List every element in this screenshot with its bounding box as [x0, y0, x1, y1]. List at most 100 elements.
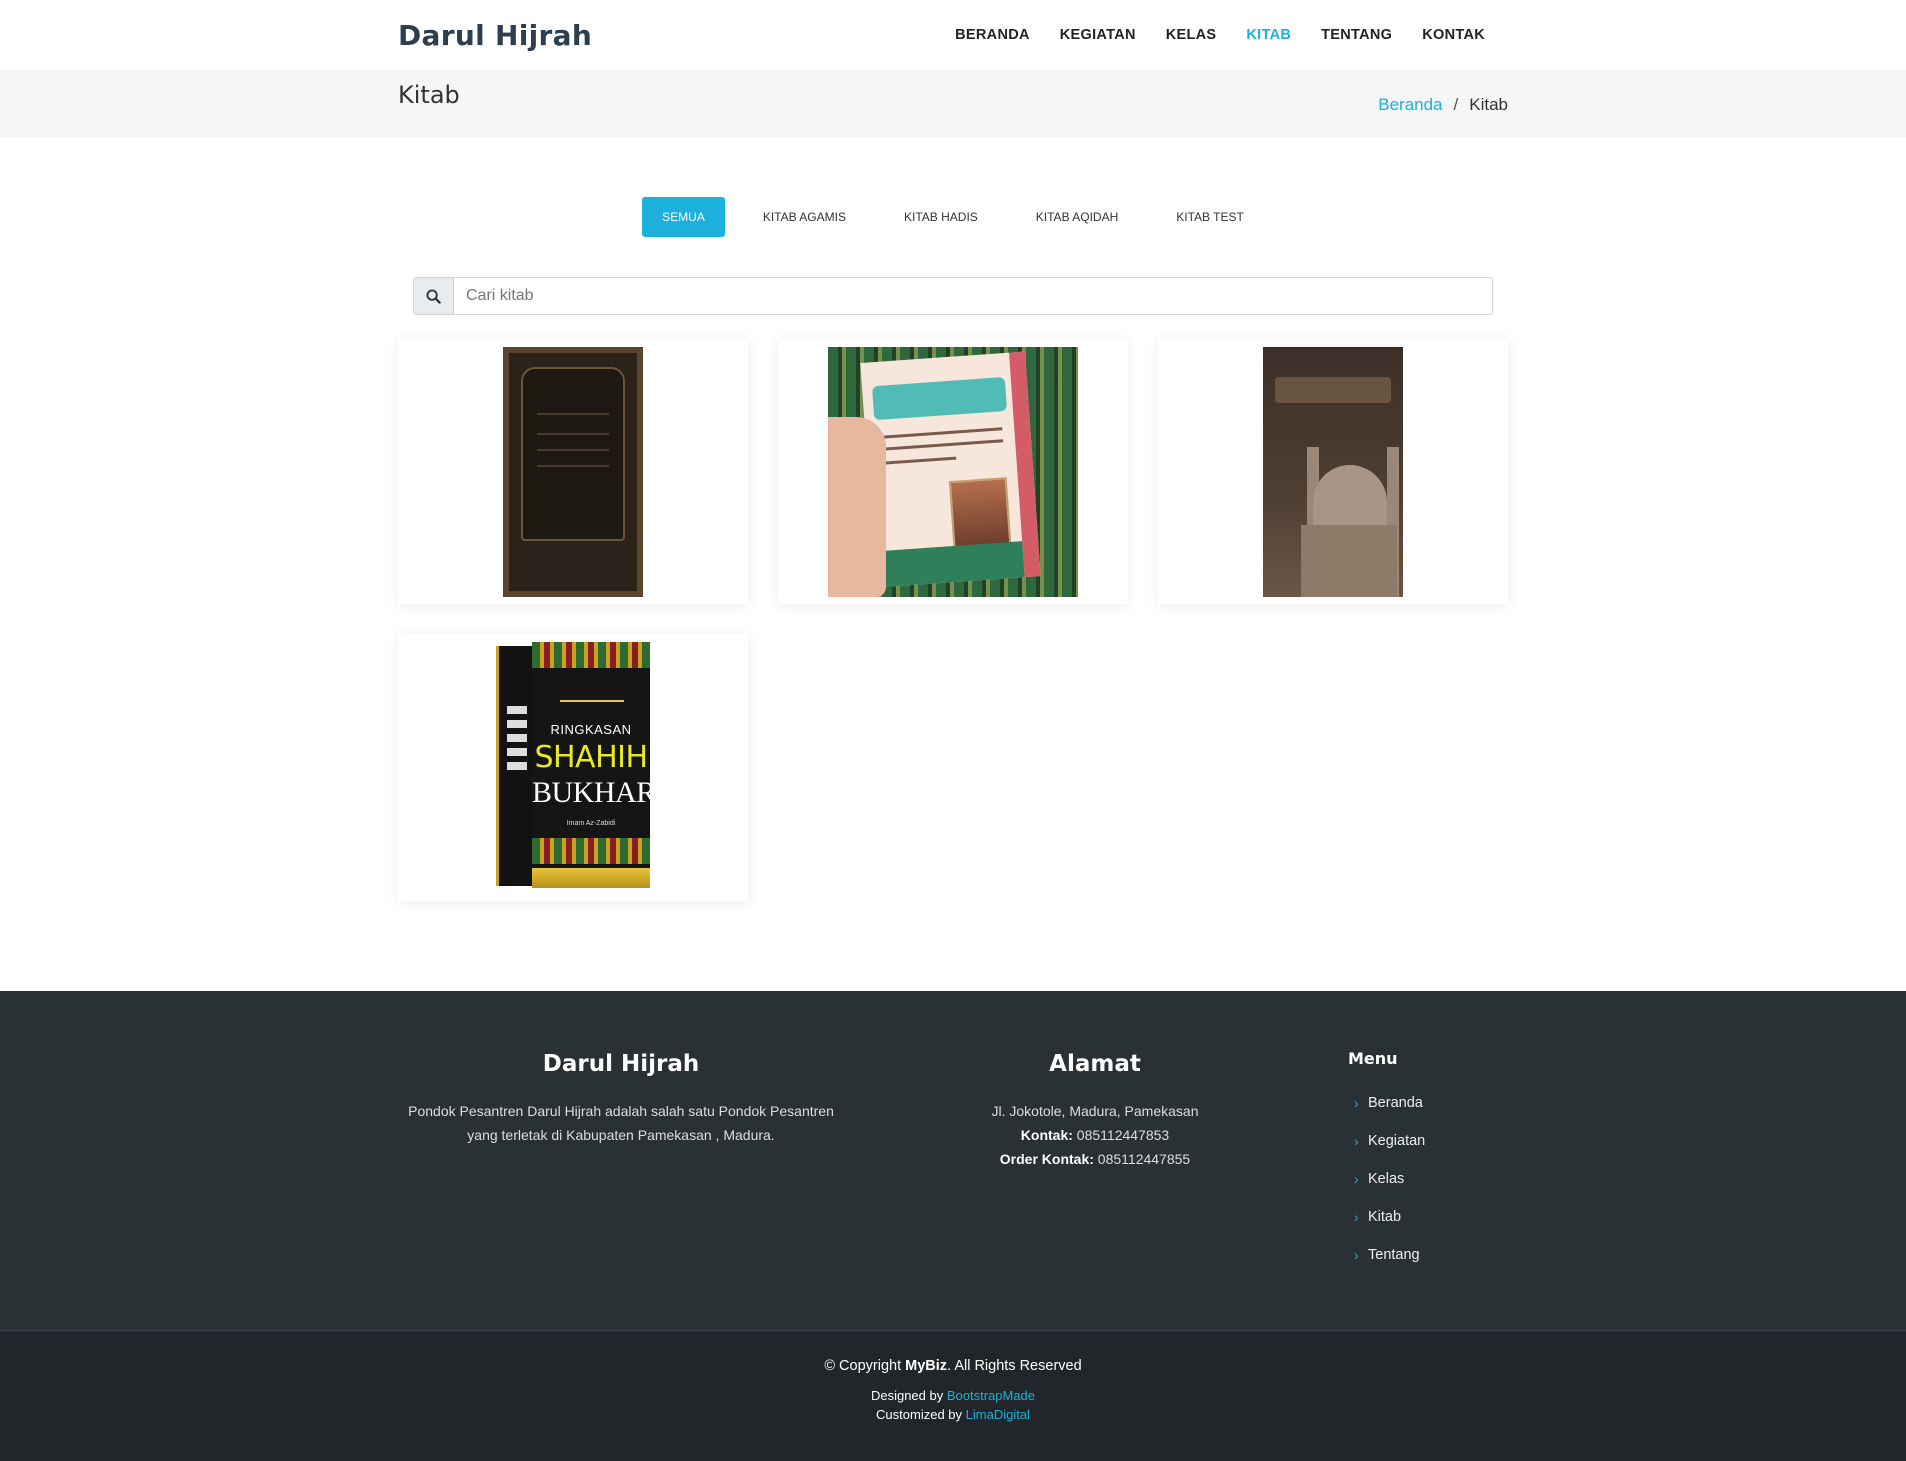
footer-order-value: 085112447855: [1097, 1151, 1191, 1167]
breadcrumb-current: Kitab: [1469, 94, 1508, 114]
cover-book: [860, 351, 1041, 588]
customized-link[interactable]: LimaDigital: [966, 1407, 1030, 1422]
search-input[interactable]: Cari kitab: [453, 277, 1493, 315]
kitab-section: SEMUA KITAB AGAMIS KITAB HADIS KITAB AQI…: [398, 197, 1508, 901]
cover-title-shape: [1275, 377, 1391, 403]
cover-line: [879, 427, 1003, 439]
breadcrumbs-bar: Kitab Beranda / Kitab: [0, 70, 1906, 137]
chevron-right-icon: ›: [1354, 1171, 1359, 1187]
site-logo[interactable]: Darul Hijrah: [398, 19, 592, 52]
breadcrumb: Beranda / Kitab: [1378, 95, 1508, 115]
footer-link-beranda[interactable]: Beranda: [1368, 1095, 1423, 1111]
chevron-right-icon: ›: [1354, 1095, 1359, 1111]
footer-street: Jl. Jokotole, Madura, Pamekasan: [991, 1103, 1199, 1119]
cover-line: [537, 449, 609, 451]
nav-beranda[interactable]: BERANDA: [940, 27, 1045, 43]
copyright: © Copyright MyBiz. All Rights Reserved: [0, 1358, 1906, 1374]
cover-arabic-title: [560, 684, 624, 702]
kitab-cover-image[interactable]: RINGKASAN SHAHIH BUKHARI Imam Az-Zabidi: [496, 642, 650, 892]
nav-kitab[interactable]: KITAB: [1231, 27, 1306, 43]
footer-address: Alamat Jl. Jokotole, Madura, Pamekasan K…: [945, 1051, 1245, 1171]
copyright-brand: MyBiz: [905, 1358, 948, 1374]
cover-title-shape: [872, 376, 1008, 421]
footer-bottom: © Copyright MyBiz. All Rights Reserved D…: [0, 1330, 1906, 1461]
filter-semua[interactable]: SEMUA: [642, 197, 725, 237]
cover-picture: [948, 477, 1012, 551]
cover-line: [537, 433, 609, 435]
cover-band: [532, 642, 650, 668]
kitab-card[interactable]: [398, 339, 748, 604]
kitab-cover-image[interactable]: [828, 347, 1078, 597]
footer-menu-item[interactable]: › Beranda: [1348, 1084, 1548, 1122]
cover-dome: [1313, 465, 1387, 529]
breadcrumb-separator: /: [1453, 94, 1459, 114]
spine-text: [507, 706, 527, 816]
footer-about-text: Pondok Pesantren Darul Hijrah adalah sal…: [408, 1103, 834, 1143]
footer-about-title: Darul Hijrah: [542, 1051, 700, 1077]
customized-label: Customized by: [876, 1407, 963, 1422]
kitab-cover-image[interactable]: [503, 347, 643, 597]
footer-link-kegiatan[interactable]: Kegiatan: [1368, 1133, 1425, 1149]
footer-contact-label: Kontak:: [1020, 1127, 1073, 1143]
nav-kontak[interactable]: KONTAK: [1407, 27, 1500, 43]
filter-kitab-test[interactable]: KITAB TEST: [1156, 197, 1264, 237]
cover-line: [880, 439, 1004, 451]
search-icon[interactable]: [413, 277, 453, 315]
cover-author: Imam Az-Zabidi: [566, 820, 616, 827]
designed-label: Designed by: [870, 1388, 944, 1403]
footer-about: Darul Hijrah Pondok Pesantren Darul Hijr…: [402, 1051, 840, 1147]
page-title: Kitab: [398, 80, 460, 109]
chevron-right-icon: ›: [1354, 1247, 1359, 1263]
cover-text: RINGKASAN: [550, 722, 632, 737]
cover-line: [881, 456, 957, 465]
filter-kitab-hadis[interactable]: KITAB HADIS: [884, 197, 998, 237]
footer-address-text: Jl. Jokotole, Madura, Pamekasan Kontak: …: [945, 1099, 1245, 1171]
breadcrumb-home-link[interactable]: Beranda: [1378, 95, 1442, 114]
filter-kitab-agamis[interactable]: KITAB AGAMIS: [743, 197, 866, 237]
chevron-right-icon: ›: [1354, 1209, 1359, 1225]
credits: Designed by BootstrapMade Customized by …: [0, 1386, 1906, 1424]
main-nav: BERANDA KEGIATAN KELAS KITAB TENTANG KON…: [940, 27, 1500, 43]
nav-tentang[interactable]: TENTANG: [1306, 27, 1407, 43]
footer: Darul Hijrah Pondok Pesantren Darul Hijr…: [0, 991, 1906, 1330]
nav-kelas[interactable]: KELAS: [1151, 27, 1232, 43]
footer-menu-list: › Beranda › Kegiatan › Kelas › Kitab › Tentan…: [1348, 1084, 1548, 1274]
nav-kegiatan[interactable]: KEGIATAN: [1045, 27, 1151, 43]
kitab-card[interactable]: [1158, 339, 1508, 604]
cover-gold-edge: [532, 868, 650, 888]
footer-menu-item[interactable]: › Kegiatan: [1348, 1122, 1548, 1160]
site-header: Darul Hijrah BERANDA KEGIATAN KELAS KITA…: [0, 0, 1906, 70]
copyright-suffix: . All Rights Reserved: [947, 1358, 1082, 1374]
kitab-grid: RINGKASAN SHAHIH BUKHARI Imam Az-Zabidi: [398, 339, 1508, 901]
category-filters: SEMUA KITAB AGAMIS KITAB HADIS KITAB AQI…: [398, 197, 1508, 237]
designed-link[interactable]: BootstrapMade: [947, 1388, 1035, 1403]
cover-line: [537, 413, 609, 415]
footer-link-tentang[interactable]: Tentang: [1368, 1247, 1420, 1263]
cover-band: [532, 838, 650, 864]
footer-link-kelas[interactable]: Kelas: [1368, 1171, 1404, 1187]
cover-text: SHAHIH: [534, 740, 648, 775]
footer-menu-item[interactable]: › Tentang: [1348, 1236, 1548, 1274]
footer-address-title: Alamat: [1049, 1051, 1141, 1077]
search-bar: Cari kitab: [413, 277, 1493, 315]
cover-ornament: [521, 367, 625, 541]
kitab-cover-image[interactable]: [1263, 347, 1403, 597]
footer-order-label: Order Kontak:: [999, 1151, 1094, 1167]
footer-contact-value: 085112447853: [1076, 1127, 1170, 1143]
cover-text: BUKHARI: [532, 776, 650, 809]
cover-line: [537, 465, 609, 467]
copyright-prefix: © Copyright: [824, 1358, 902, 1374]
cover-building: [1301, 525, 1397, 597]
footer-link-kitab[interactable]: Kitab: [1368, 1209, 1401, 1225]
footer-menu-item[interactable]: › Kelas: [1348, 1160, 1548, 1198]
kitab-card[interactable]: [778, 339, 1128, 604]
footer-menu-item[interactable]: › Kitab: [1348, 1198, 1548, 1236]
footer-menu-title: Menu: [1348, 1049, 1398, 1068]
filter-kitab-aqidah[interactable]: KITAB AQIDAH: [1016, 197, 1138, 237]
cover-spine: [496, 646, 534, 886]
kitab-card[interactable]: RINGKASAN SHAHIH BUKHARI Imam Az-Zabidi: [398, 634, 748, 901]
chevron-right-icon: ›: [1354, 1133, 1359, 1149]
cover-hand: [828, 417, 886, 597]
footer-menu: Menu › Beranda › Kegiatan › Kelas › Kitab › T…: [1348, 1049, 1548, 1274]
cover-front: RINGKASAN SHAHIH BUKHARI Imam Az-Zabidi: [532, 642, 650, 888]
